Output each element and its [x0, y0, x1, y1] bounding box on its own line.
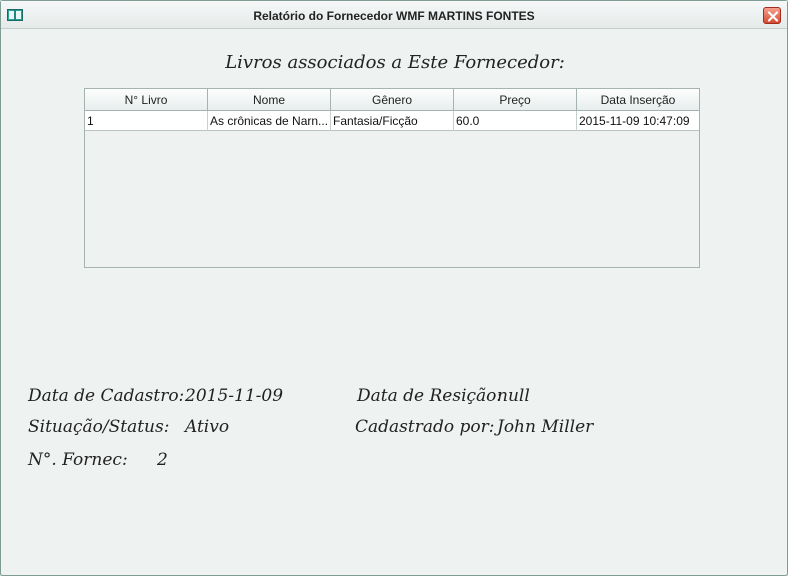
- termination-date-label: Data de Resição:: [357, 386, 503, 406]
- supplier-number-label: N°. Fornec:: [28, 450, 128, 470]
- column-header-price[interactable]: Preço: [454, 89, 577, 111]
- books-heading: Livros associados a Este Fornecedor:: [225, 52, 565, 73]
- status-value: Ativo: [185, 417, 230, 437]
- close-button[interactable]: [763, 7, 781, 24]
- cell-price[interactable]: 60.0: [454, 111, 577, 131]
- table-header: N° Livro Nome Gênero Preço Data Inserção: [85, 89, 699, 111]
- close-icon: [767, 11, 779, 22]
- title-bar[interactable]: Relatório do Fornecedor WMF MARTINS FONT…: [1, 1, 787, 29]
- column-header-name[interactable]: Nome: [208, 89, 331, 111]
- window-title: Relatório do Fornecedor WMF MARTINS FONT…: [253, 9, 535, 23]
- status-label: Situação/Status:: [28, 417, 170, 437]
- registration-date-value: 2015-11-09: [185, 386, 284, 406]
- registration-date-label: Data de Cadastro:: [28, 386, 185, 406]
- supplier-number-value: 2: [157, 450, 168, 470]
- report-window: Relatório do Fornecedor WMF MARTINS FONT…: [0, 0, 788, 576]
- books-table[interactable]: N° Livro Nome Gênero Preço Data Inserção…: [84, 88, 700, 268]
- registered-by-label: Cadastrado por:: [355, 417, 495, 437]
- column-header-genre[interactable]: Gênero: [331, 89, 454, 111]
- cell-genre[interactable]: Fantasia/Ficção: [331, 111, 454, 131]
- termination-date-value: null: [497, 386, 530, 406]
- cell-book-number[interactable]: 1: [85, 111, 208, 131]
- column-header-insert-date[interactable]: Data Inserção: [577, 89, 699, 111]
- column-header-book-number[interactable]: N° Livro: [85, 89, 208, 111]
- table-row[interactable]: 1 As crônicas de Narn... Fantasia/Ficção…: [85, 111, 699, 131]
- cell-name[interactable]: As crônicas de Narn...: [208, 111, 331, 131]
- registered-by-value: John Miller: [497, 417, 594, 437]
- cell-insert-date[interactable]: 2015-11-09 10:47:09: [577, 111, 699, 131]
